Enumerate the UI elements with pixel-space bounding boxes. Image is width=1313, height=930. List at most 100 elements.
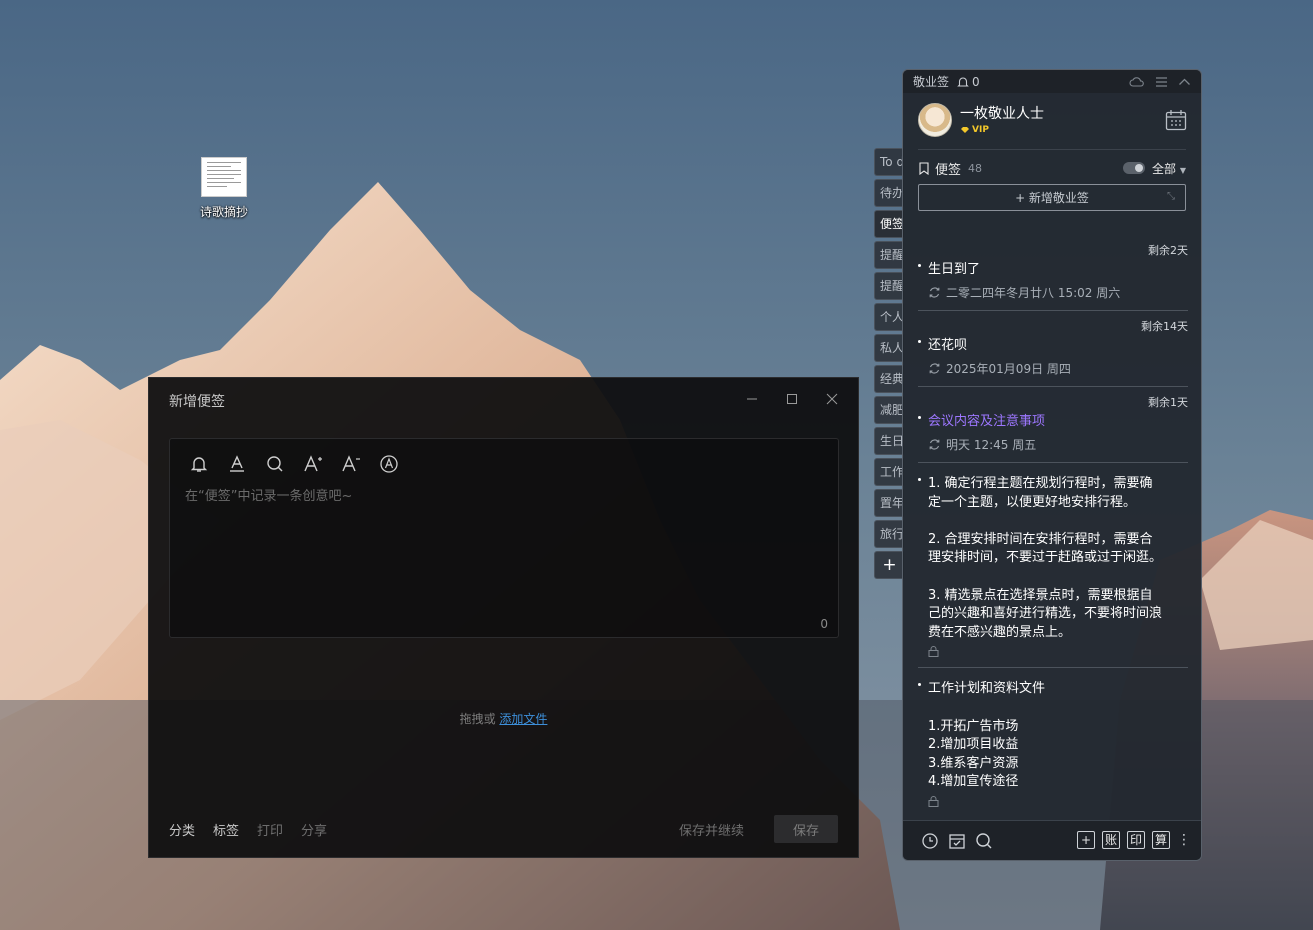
note-title: 生日到了 [918,261,1188,279]
diamond-icon [961,127,969,133]
footer-right-buttons: + 账 印 算 ⋮ [1077,831,1191,849]
editor-toolbar [188,453,400,475]
note-item[interactable]: 剩余1天 会议内容及注意事项 明天 12:45 周五 [918,387,1188,463]
note-date: 明天 12:45 周五 [918,431,1188,462]
note-item[interactable]: 1. 确定行程主题在规划行程时，需要确 定一个主题，以便更好地安排行程。 2. … [918,463,1188,669]
desktop-file-label: 诗歌摘抄 [199,205,248,219]
note-body: 1. 确定行程主题在规划行程时，需要确 定一个主题，以便更好地安排行程。 2. … [918,475,1188,642]
caret-down-icon: ▼ [1179,166,1186,175]
account-button[interactable]: 账 [1102,831,1120,849]
more-icon[interactable]: ⋮ [1177,832,1191,848]
header-icons [1129,76,1191,88]
note-list: 剩余2天 生日到了 二零二四年冬月廿八 15:02 周六 剩余14天 还花呗 2… [903,235,1201,817]
note-item[interactable]: 工作计划和资料文件 1.开拓广告市场 2.增加项目收益 3.维系客户资源 4.增… [918,668,1188,817]
window-title: 新增便签 [169,394,225,410]
expand-icon[interactable]: ⤡ [1167,191,1175,202]
drop-text: 拖拽或 [459,712,496,726]
app-name: 敬业签 [913,75,950,89]
tab-todo[interactable]: To do [874,148,904,176]
tab-birthday[interactable]: 生日 [874,427,904,455]
font-decrease-icon[interactable] [340,453,362,475]
note-title: 会议内容及注意事项 [918,413,1188,431]
bell-icon [957,76,969,87]
add-note-button[interactable]: + 新增敬业签 ⤡ [918,184,1186,211]
footer-left-icons [921,832,993,850]
repeat-icon [929,287,940,298]
close-icon[interactable] [812,388,852,410]
add-tab-button[interactable]: + [874,551,904,579]
search-icon[interactable] [975,832,993,850]
category-count: 48 [968,162,983,175]
clock-icon[interactable] [921,832,939,850]
note-actions: 分类 标签 打印 分享 [169,820,327,839]
print-button[interactable]: 印 [1127,831,1145,849]
sticky-note-panel: 敬业签 0 一枚敬业人士 VIP 便签 48 全部 ▼ + 新增敬业签 ⤡ 剩余… [902,69,1202,861]
tab-work[interactable]: 工作 [874,458,904,486]
tab-reminder-2[interactable]: 提醒 [874,272,904,300]
vip-badge: VIP [960,125,989,135]
view-toggle[interactable] [1123,162,1145,174]
save-button[interactable]: 保存 [774,815,838,843]
tag-button[interactable]: 标签 [213,820,239,839]
note-date: 二零二四年冬月廿八 15:02 周六 [918,279,1188,310]
note-item[interactable]: 剩余2天 生日到了 二零二四年冬月廿八 15:02 周六 [918,235,1188,311]
category-tabs: To do 待办 便签 提醒 提醒 个人 私人 经典 减肥 生日 工作 置年 旅… [874,148,904,582]
font-increase-icon[interactable] [302,453,324,475]
tab-notes[interactable]: 便签 [874,210,904,238]
calculator-button[interactable]: 算 [1152,831,1170,849]
collapse-icon[interactable] [1178,76,1191,88]
tab-pending[interactable]: 待办 [874,179,904,207]
category-selector[interactable]: 便签 48 [918,159,982,178]
add-file-link[interactable]: 添加文件 [499,712,547,726]
new-note-window: 新增便签 在“便签”中记录一条创意吧~ 0 拖拽或 添加文件 分类 标签 打印 … [148,377,859,858]
tab-diet[interactable]: 减肥 [874,396,904,424]
calendar-icon[interactable] [1165,109,1187,131]
remaining-days: 剩余14天 [1141,320,1188,333]
panel-header: 敬业签 0 [903,70,1201,93]
editor-placeholder: 在“便签”中记录一条创意吧~ [185,489,353,504]
note-item[interactable]: 剩余14天 还花呗 2025年01月09日 周四 [918,311,1188,387]
tab-year[interactable]: 置年 [874,489,904,517]
share-button[interactable]: 分享 [301,820,327,839]
reminder-indicator[interactable]: 0 [957,75,980,89]
category-name: 便签 [935,163,962,178]
minimize-icon[interactable] [732,388,772,410]
repeat-icon [929,439,940,450]
task-calendar-icon[interactable] [948,832,966,850]
repeat-icon [929,363,940,374]
note-editor[interactable]: 在“便签”中记录一条创意吧~ 0 [169,438,839,638]
char-counter: 0 [820,617,828,631]
tab-reminder-1[interactable]: 提醒 [874,241,904,269]
reminder-count: 0 [972,74,980,89]
maximize-icon[interactable] [772,388,812,410]
file-drop-zone[interactable]: 拖拽或 添加文件 [149,710,858,727]
bell-icon[interactable] [188,453,210,475]
remaining-days: 剩余2天 [1148,244,1188,257]
tab-travel[interactable]: 旅行 [874,520,904,548]
print-button[interactable]: 打印 [257,820,283,839]
user-profile: 一枚敬业人士 VIP [903,93,1201,149]
note-title: 还花呗 [918,337,1188,355]
username: 一枚敬业人士 [960,106,1044,122]
category-button[interactable]: 分类 [169,820,195,839]
menu-icon[interactable] [1155,76,1168,88]
text-document-icon [201,157,247,197]
filter-row: 便签 48 全部 ▼ [903,150,1201,184]
window-controls [732,388,852,410]
tab-personal[interactable]: 个人 [874,303,904,331]
desktop-file-icon[interactable]: 诗歌摘抄 [190,157,258,220]
remaining-days: 剩余1天 [1148,396,1188,409]
add-button[interactable]: + [1077,831,1095,849]
filter-dropdown[interactable]: 全部 ▼ [1152,160,1186,177]
bookmark-icon [919,162,929,175]
tab-classic[interactable]: 经典 [874,365,904,393]
note-date: 2025年01月09日 周四 [918,355,1188,386]
save-and-continue-button[interactable]: 保存并继续 [679,820,744,839]
note-body: 工作计划和资料文件 1.开拓广告市场 2.增加项目收益 3.维系客户资源 4.增… [918,680,1188,792]
search-icon[interactable] [264,453,286,475]
cloud-sync-icon[interactable] [1129,76,1145,88]
font-color-icon[interactable] [226,453,248,475]
tab-private[interactable]: 私人 [874,334,904,362]
font-style-icon[interactable] [378,453,400,475]
avatar[interactable] [918,103,952,137]
